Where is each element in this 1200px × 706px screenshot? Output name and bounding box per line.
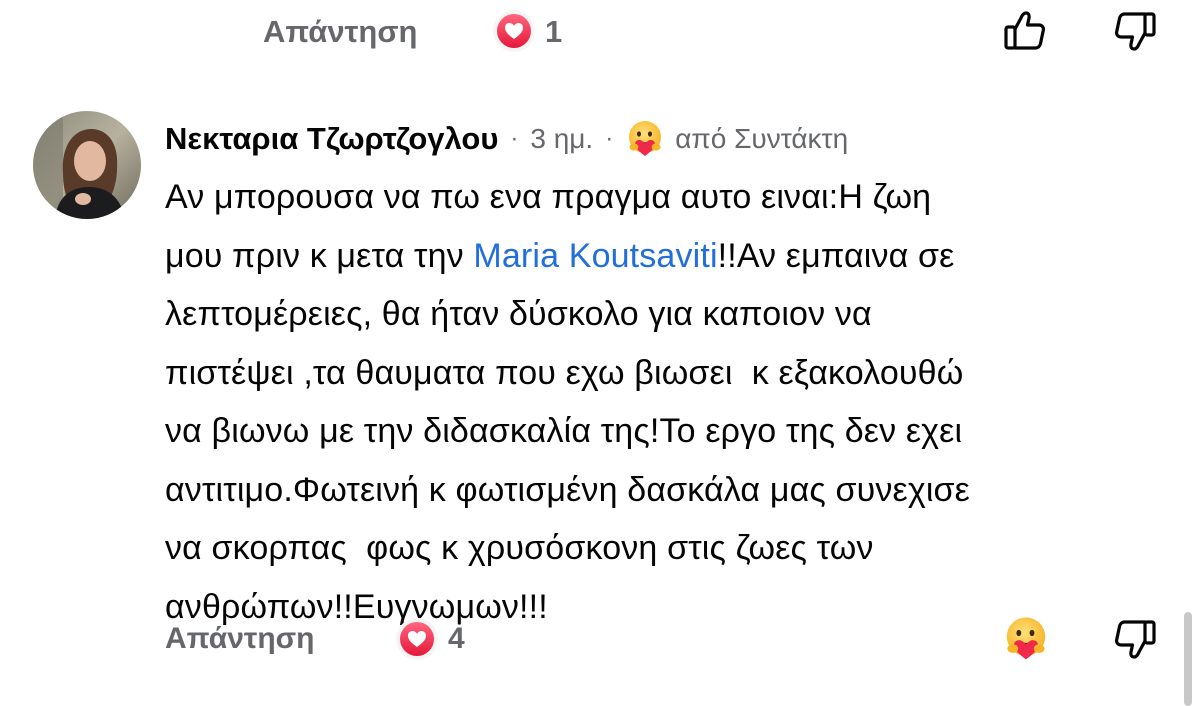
- comment-line-text: λεπτομέρειες, θα ήταν δύσκολο για καποιο…: [165, 295, 872, 333]
- separator-dot: ·: [510, 125, 519, 152]
- comment-line: αντιτιμο.Φωτεινή κ φωτισμένη δασκάλα μας…: [165, 461, 1175, 520]
- avatar[interactable]: [33, 111, 141, 219]
- comment-time[interactable]: 3 ημ.: [530, 123, 593, 155]
- comment-line-text: να σκορπας φως κ χρυσόσκονη στις ζωες τω…: [165, 529, 874, 567]
- comment-line-text: πιστέψει ,τα θαυματα που εχω βιωσει κ εξ…: [165, 353, 964, 392]
- comment-text: Αν μπορουσα να πω ενα πραγμα αυτο ειναι:…: [165, 168, 1175, 636]
- comment-line: να βιωνω με την διδασκαλία της!Το εργο τ…: [165, 402, 1175, 461]
- comment-line: να σκορπας φως κ χρυσόσκονη στις ζωες τω…: [165, 519, 1175, 578]
- comment-line: πιστέψει ,τα θαυματα που εχω βιωσει κ εξ…: [165, 344, 1175, 403]
- scrollbar[interactable]: [1184, 612, 1192, 706]
- from-author-label: από Συντάκτη: [675, 123, 849, 154]
- comment-line: Αν μπορουσα να πω ενα πραγμα αυτο ειναι:…: [165, 168, 1175, 227]
- heart-icon[interactable]: [493, 10, 535, 52]
- comment-line-text: μου πριν κ μετα την: [165, 236, 474, 275]
- comment-line-text: αντιτιμο.Φωτεινή κ φωτισμένη δασκάλα μας…: [165, 470, 970, 509]
- previous-comment-actions: Απάντηση 1: [0, 0, 1200, 70]
- author-name[interactable]: Νεκταρια Τζωρτζογλου: [165, 121, 498, 157]
- thumbs-up-icon[interactable]: [1002, 8, 1048, 54]
- separator-dot: ·: [605, 125, 614, 152]
- reaction-count: 1: [545, 14, 563, 49]
- reply-button[interactable]: Απάντηση: [165, 622, 315, 656]
- comment-line-text: να βιωνω με την διδασκαλία της!Το εργο τ…: [165, 412, 963, 450]
- reaction-count: 4: [448, 622, 465, 655]
- heart-icon[interactable]: [396, 618, 438, 660]
- thumbs-down-icon[interactable]: [1112, 8, 1158, 54]
- hug-emoji-icon: [625, 119, 665, 159]
- comment-header: Νεκταρια Τζωρτζογλου · 3 ημ. · από Συντά…: [165, 117, 848, 161]
- comment-line-text: !!Αν εμπαινα σε: [717, 236, 955, 275]
- mention-link[interactable]: Maria Koutsaviti: [473, 237, 717, 275]
- thumbs-down-icon[interactable]: [1112, 616, 1158, 662]
- comment-line-text: Αν μπορουσα να πω ενα πραγμα αυτο ειναι:…: [165, 178, 932, 216]
- hug-emoji-icon[interactable]: [1002, 615, 1050, 663]
- comment-line: λεπτομέρειες, θα ήταν δύσκολο για καποιο…: [165, 285, 1175, 344]
- comment-line: μου πριν κ μετα την Maria Koutsaviti!!Αν…: [165, 227, 1175, 286]
- comment-actions: Απάντηση 4: [0, 610, 1200, 670]
- reply-button[interactable]: Απάντηση: [263, 14, 417, 50]
